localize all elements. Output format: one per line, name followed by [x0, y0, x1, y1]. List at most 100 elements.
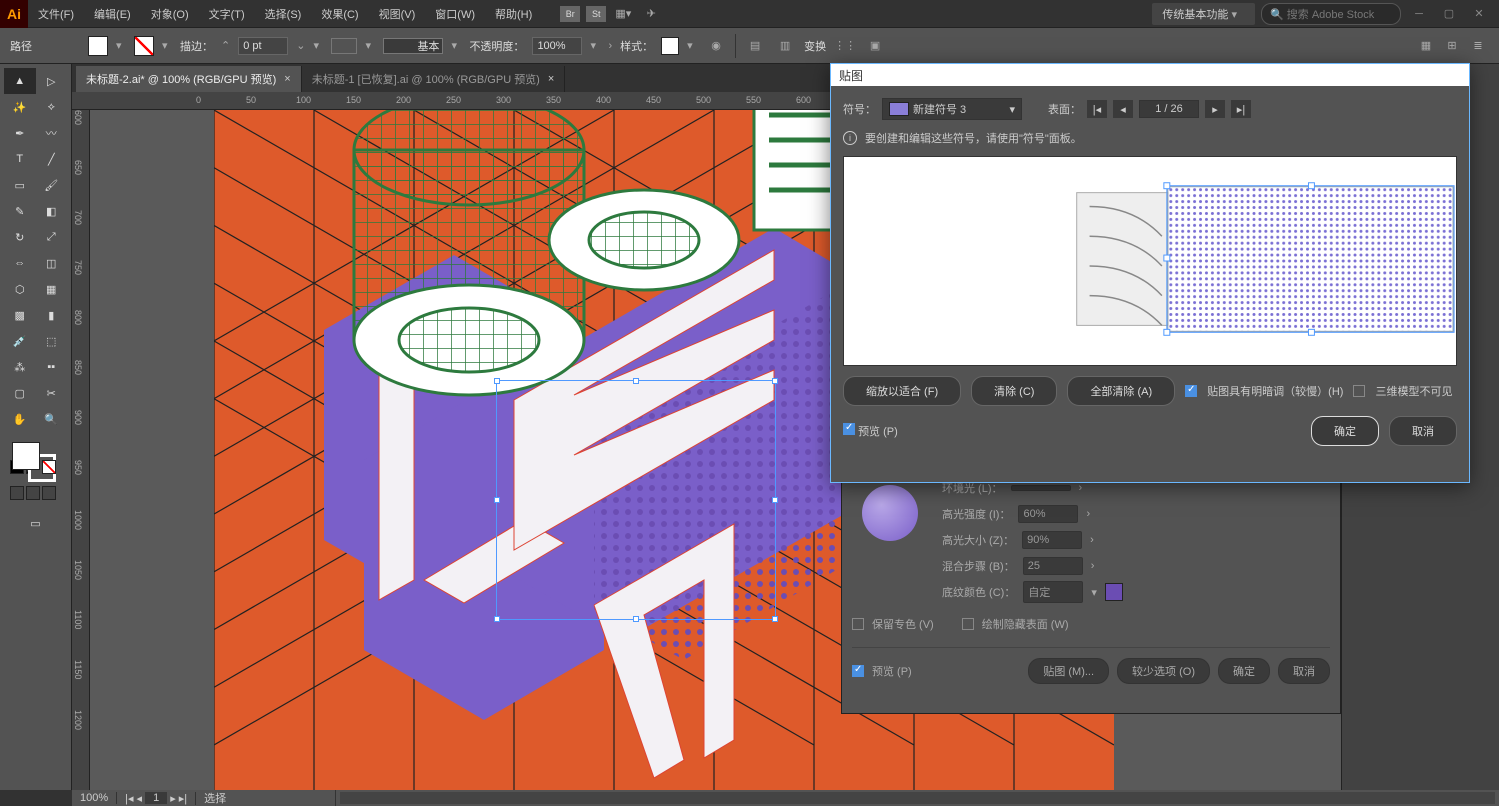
recolor-icon[interactable]: ◉ — [705, 35, 727, 57]
fewer-options-button[interactable]: 较少选项 (O) — [1117, 658, 1210, 684]
blend-tool[interactable]: ⬚ — [36, 328, 68, 354]
doc-tab-1[interactable]: 未标题-2.ai* @ 100% (RGB/GPU 预览) × — [76, 66, 302, 92]
rectangle-tool[interactable]: ▭ — [4, 172, 36, 198]
tab-close-icon[interactable]: × — [548, 73, 554, 85]
preserve-spot-checkbox[interactable] — [852, 618, 864, 630]
gradient-tool[interactable]: ▮ — [36, 302, 68, 328]
stroke-weight-input[interactable] — [238, 37, 288, 55]
zoom-level[interactable]: 100% — [72, 792, 117, 804]
map-art-button[interactable]: 贴图 (M)... — [1028, 658, 1109, 684]
selection-bounding-box[interactable] — [496, 380, 776, 620]
map-preview[interactable] — [843, 156, 1457, 366]
free-transform-tool[interactable]: ◫ — [36, 250, 68, 276]
ctrl-menu-icon[interactable]: ≣ — [1467, 35, 1489, 57]
first-artboard-icon[interactable]: |◂ — [125, 792, 133, 805]
screen-mode[interactable]: ▭ — [4, 510, 67, 536]
width-tool[interactable]: ⇔ — [4, 250, 36, 276]
hand-tool[interactable]: ✋ — [4, 406, 36, 432]
hilite-size-field[interactable]: 90% — [1022, 531, 1082, 549]
brush-dd[interactable]: ▾ — [451, 39, 461, 52]
selection-tool[interactable]: ▲ — [4, 68, 36, 94]
dialog-cancel-button[interactable]: 取消 — [1389, 416, 1457, 446]
eyedropper-tool[interactable]: 💉 — [4, 328, 36, 354]
next-artboard-icon[interactable]: ▸ — [170, 792, 176, 805]
type-tool[interactable]: T — [4, 146, 36, 172]
first-surface-button[interactable]: |◂ — [1087, 100, 1107, 118]
stroke-dropdown[interactable]: ▾ — [162, 39, 172, 52]
vsp-dd[interactable]: ▾ — [365, 39, 375, 52]
dialog-preview-checkbox[interactable] — [843, 423, 855, 435]
prev-surface-button[interactable]: ◂ — [1113, 100, 1133, 118]
eraser-tool[interactable]: ◧ — [36, 198, 68, 224]
scale-tool[interactable]: ⤢ — [36, 224, 68, 250]
menu-file[interactable]: 文件(F) — [28, 0, 84, 28]
shade-field[interactable]: 自定 — [1023, 581, 1083, 603]
clear-button[interactable]: 清除 (C) — [971, 376, 1057, 406]
gpu-icon[interactable]: ✈ — [640, 3, 662, 25]
menu-select[interactable]: 选择(S) — [255, 0, 312, 28]
shade-artwork-checkbox[interactable] — [1185, 385, 1197, 397]
dialog-ok-button[interactable]: 确定 — [1311, 416, 1379, 446]
preview-checkbox[interactable] — [852, 665, 864, 677]
search-stock[interactable]: 🔍 搜索 Adobe Stock — [1261, 3, 1401, 25]
bridge-icon[interactable]: Br — [560, 6, 580, 22]
align-icon[interactable]: ▤ — [744, 35, 766, 57]
tab-close-icon[interactable]: × — [284, 73, 290, 85]
ambient-field[interactable] — [1011, 485, 1071, 491]
symbol-dropdown[interactable]: 新建符号 3 ▾ — [882, 98, 1022, 120]
menu-edit[interactable]: 编辑(E) — [84, 0, 141, 28]
none-mode[interactable] — [42, 460, 56, 474]
menu-view[interactable]: 视图(V) — [369, 0, 426, 28]
invisible-geometry-checkbox[interactable] — [1353, 385, 1365, 397]
stroke-swatch[interactable] — [134, 36, 154, 56]
menu-help[interactable]: 帮助(H) — [485, 0, 542, 28]
next-surface-button[interactable]: ▸ — [1205, 100, 1225, 118]
opacity-input[interactable] — [532, 37, 582, 55]
close-button[interactable]: ✕ — [1467, 4, 1491, 24]
draw-inside[interactable] — [42, 486, 56, 500]
menu-type[interactable]: 文字(T) — [199, 0, 255, 28]
clear-all-button[interactable]: 全部清除 (A) — [1067, 376, 1175, 406]
shaper-tool[interactable]: ✎ — [4, 198, 36, 224]
draw-normal[interactable] — [10, 486, 24, 500]
shade-color-swatch[interactable] — [1105, 583, 1123, 601]
artboard-number[interactable]: 1 — [145, 792, 167, 804]
hilite-int-field[interactable]: 60% — [1018, 505, 1078, 523]
brush-def-icon[interactable]: 基本 — [383, 38, 443, 54]
menu-window[interactable]: 窗口(W) — [425, 0, 485, 28]
rotate-tool[interactable]: ↻ — [4, 224, 36, 250]
minimize-button[interactable]: ─ — [1407, 4, 1431, 24]
artboard-tool[interactable]: ▢ — [4, 380, 36, 406]
paintbrush-tool[interactable]: 🖌 — [36, 172, 68, 198]
light-sphere[interactable] — [862, 485, 918, 541]
symbol-sprayer-tool[interactable]: ⁂ — [4, 354, 36, 380]
opacity-dd[interactable]: ▾ — [590, 39, 600, 52]
stroke-weight-dd[interactable]: ▾ — [313, 39, 323, 52]
hidden-surface-checkbox[interactable] — [962, 618, 974, 630]
pen-tool[interactable]: ✒ — [4, 120, 36, 146]
cancel-button-3d[interactable]: 取消 — [1278, 658, 1330, 684]
blend-field[interactable]: 25 — [1023, 557, 1083, 575]
gstyle-swatch[interactable] — [661, 37, 679, 55]
isolate-icon[interactable]: ▣ — [864, 35, 886, 57]
line-tool[interactable]: ╱ — [36, 146, 68, 172]
prev-artboard-icon[interactable]: ◂ — [137, 792, 143, 805]
workspace-switcher[interactable]: 传统基本功能 ▾ — [1152, 3, 1255, 25]
stock-icon[interactable]: St — [586, 6, 606, 22]
arrange-icon[interactable]: ▦▾ — [612, 3, 634, 25]
h-scrollbar[interactable] — [340, 792, 1495, 804]
vsp-icon[interactable] — [331, 38, 357, 54]
slice-tool[interactable]: ✂ — [36, 380, 68, 406]
zoom-tool[interactable]: 🔍 — [36, 406, 68, 432]
menu-object[interactable]: 对象(O) — [141, 0, 199, 28]
perspective-tool[interactable]: ▦ — [36, 276, 68, 302]
surface-page-field[interactable]: 1 / 26 — [1139, 100, 1199, 118]
fill-dropdown[interactable]: ▾ — [116, 39, 126, 52]
restore-button[interactable]: ▢ — [1437, 4, 1461, 24]
column-graph-tool[interactable]: ▪▪ — [36, 354, 68, 380]
ok-button-3d[interactable]: 确定 — [1218, 658, 1270, 684]
fill-color[interactable] — [12, 442, 40, 470]
lasso-tool[interactable]: ⟡ — [36, 94, 68, 120]
gstyle-dd[interactable]: ▾ — [687, 39, 697, 52]
align2-icon[interactable]: ▥ — [774, 35, 796, 57]
